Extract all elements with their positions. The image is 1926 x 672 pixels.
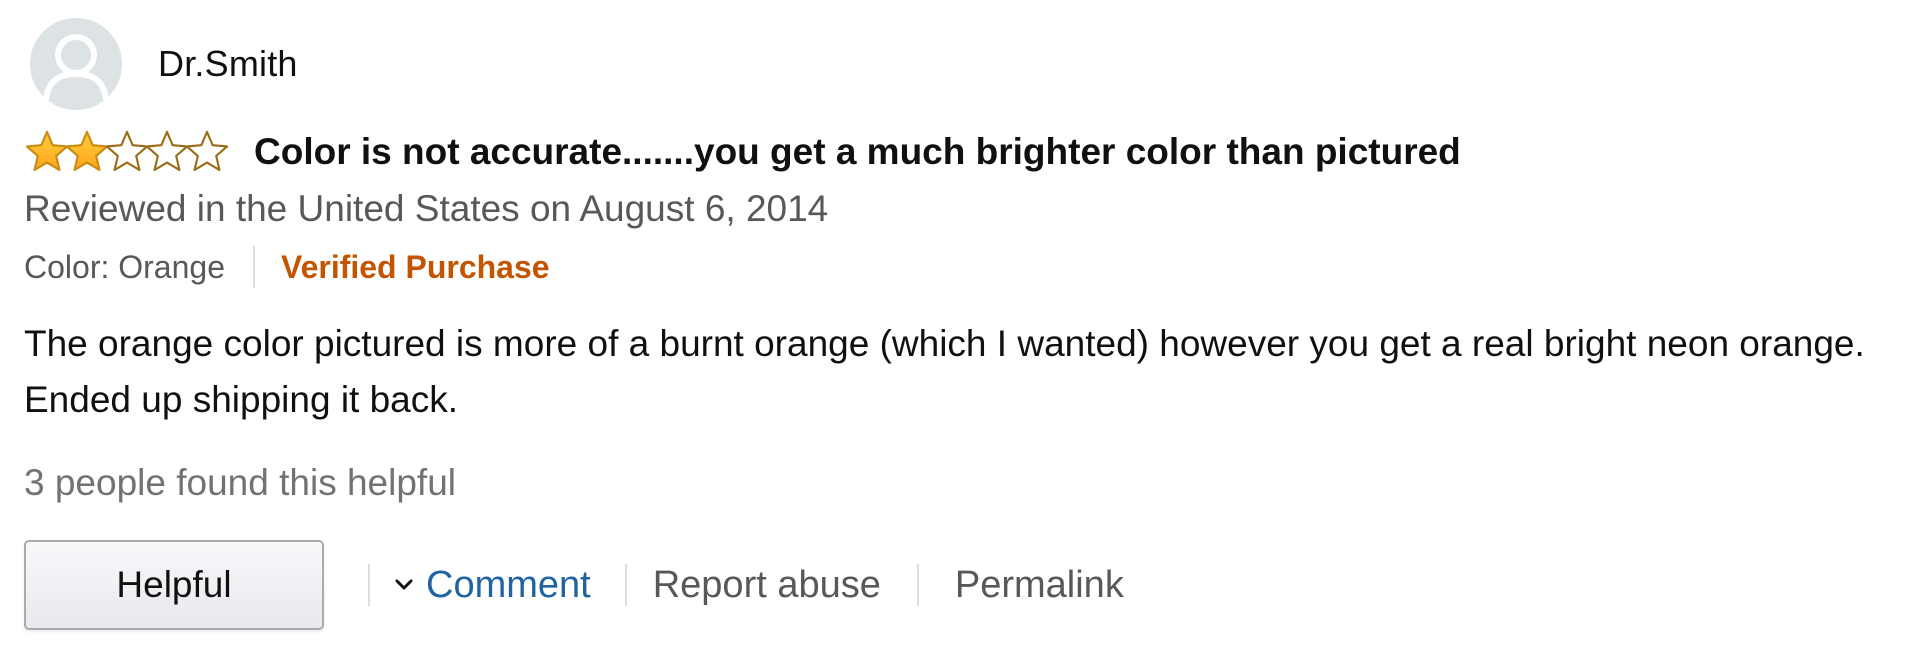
product-variant[interactable]: Color: Orange <box>24 249 225 286</box>
action-divider <box>624 564 627 606</box>
customer-review: Dr.Smith Color is not accurate.......you… <box>24 18 1904 632</box>
helpful-count: 3 people found this helpful <box>24 462 457 503</box>
meta-divider <box>252 246 255 288</box>
star-rating[interactable] <box>24 128 229 176</box>
review-date: Reviewed in the United States on August … <box>24 188 829 229</box>
star-empty-icon <box>185 130 229 172</box>
action-divider <box>368 564 370 606</box>
verified-purchase-badge: Verified Purchase <box>280 248 550 285</box>
comment-link[interactable]: Comment <box>394 564 591 607</box>
review-title-row: Color is not accurate.......you get a mu… <box>24 126 1904 178</box>
helpful-button[interactable]: Helpful <box>24 540 324 630</box>
report-abuse-link[interactable]: Report abuse <box>653 564 881 607</box>
reviewer-profile[interactable]: Dr.Smith <box>30 18 1904 110</box>
review-meta: Color: Orange Verified Purchase <box>24 244 1904 290</box>
review-body: The orange color pictured is more of a b… <box>24 323 1865 420</box>
reviewer-name[interactable]: Dr.Smith <box>158 43 298 85</box>
default-avatar-icon <box>30 18 122 110</box>
review-actions: Helpful Comment Report abuse Permalink <box>24 538 1904 632</box>
permalink-link[interactable]: Permalink <box>955 564 1124 607</box>
review-title[interactable]: Color is not accurate.......you get a mu… <box>254 131 1461 173</box>
chevron-down-icon <box>395 579 413 590</box>
comment-label[interactable]: Comment <box>426 564 591 607</box>
action-divider <box>916 564 919 606</box>
